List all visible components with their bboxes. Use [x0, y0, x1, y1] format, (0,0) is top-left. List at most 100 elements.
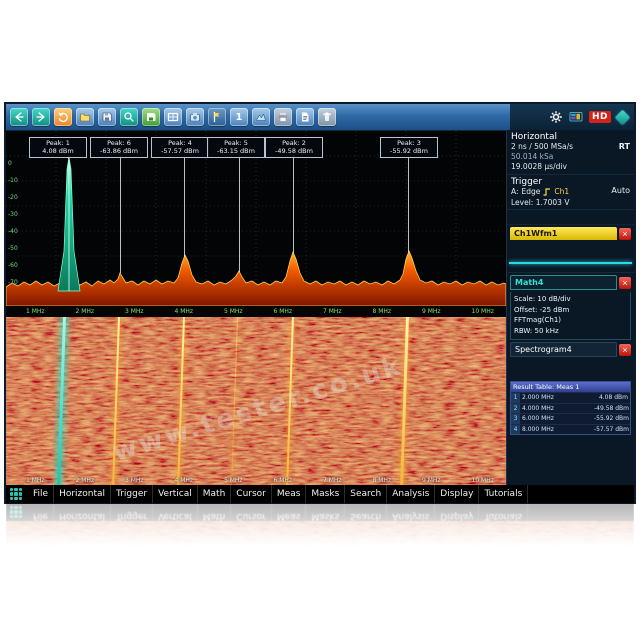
- rt-badge: RT: [619, 142, 630, 151]
- settings-button[interactable]: [549, 110, 563, 124]
- product-photo: 1 HD: [0, 0, 640, 640]
- open-file-button[interactable]: [76, 108, 94, 126]
- menu-item-tutorials[interactable]: Tutorials: [479, 485, 528, 503]
- math4-tab-row: Math4 ×: [507, 273, 634, 292]
- spectrum-display[interactable]: 0 -10 -20 -30 -40 -50 -60 -70 Peak: 14.0…: [6, 130, 506, 306]
- monitor-icon: [569, 111, 583, 123]
- menu-item-cursor[interactable]: Cursor: [231, 485, 272, 503]
- printer-icon: [277, 111, 289, 123]
- marker-number-label: 1: [236, 112, 243, 123]
- menu-item-masks[interactable]: Masks: [306, 485, 345, 503]
- close-spectrogram4-button[interactable]: ×: [619, 344, 631, 356]
- close-math4-button[interactable]: ×: [619, 277, 631, 289]
- close-icon: ×: [622, 278, 627, 288]
- spectrogram-frequency-axis: 1 MHz 2 MHz 3 MHz 4 MHz 5 MHz 6 MHz 7 MH…: [6, 477, 506, 484]
- freq-tick-label: 9 MHz: [422, 308, 441, 315]
- menu-item-vertical[interactable]: Vertical: [153, 485, 198, 503]
- signal-trace-line: [112, 317, 120, 485]
- math-offset-value: Offset: -25 dBm: [514, 305, 627, 316]
- math4-settings[interactable]: Scale: 10 dB/div Offset: -25 dBm FFTmag(…: [510, 292, 631, 340]
- grid-icon: [167, 111, 179, 123]
- freq-tick-label: 9 MHz: [422, 477, 441, 484]
- freq-tick-label: 7 MHz: [323, 477, 342, 484]
- table-row: 4 8.000 MHz -57.57 dBm: [511, 424, 630, 435]
- math-rbw-value: RBW: 50 kHz: [514, 326, 627, 337]
- freq-tick-label: 10 MHz: [472, 308, 494, 315]
- mask-icon: [255, 111, 267, 123]
- amplitude-scale-label: -10: [8, 178, 18, 184]
- screenshot-button[interactable]: [186, 108, 204, 126]
- spectrogram4-tab[interactable]: Spectrogram4: [510, 342, 617, 357]
- freq-tick-label: 1 MHz: [26, 308, 45, 315]
- peak-marker-line: [239, 155, 240, 272]
- menu-item-meas[interactable]: Meas: [272, 485, 307, 503]
- horizontal-settings-panel[interactable]: Horizontal RT 2 ns / 500 MSa/s 50.014 kS…: [507, 130, 634, 175]
- menu-item-horizontal[interactable]: Horizontal: [54, 485, 111, 503]
- ch1-waveform-line: [509, 262, 632, 264]
- document-icon: [299, 111, 311, 123]
- close-ch1-button[interactable]: ×: [619, 228, 631, 240]
- forward-button[interactable]: [32, 108, 50, 126]
- result-table[interactable]: Result Table: Meas 1 1 2.000 MHz 4.08 dB…: [510, 381, 631, 435]
- settings-sidebar: Horizontal RT 2 ns / 500 MSa/s 50.014 kS…: [506, 130, 634, 485]
- quick-save-button[interactable]: [142, 108, 160, 126]
- freq-tick-label: 10 MHz: [472, 477, 494, 484]
- freq-tick-label: 8 MHz: [373, 308, 392, 315]
- sidebar-spacer: [507, 210, 634, 225]
- save-button[interactable]: [98, 108, 116, 126]
- trigger-source-value: Ch1: [554, 187, 569, 198]
- reflection-menu-item: Tutorials: [479, 503, 528, 521]
- menu-item-trigger[interactable]: Trigger: [111, 485, 153, 503]
- oscilloscope-screen: 1 HD: [6, 104, 634, 502]
- menu-item-analysis[interactable]: Analysis: [387, 485, 435, 503]
- freq-tick-label: 6 MHz: [274, 477, 293, 484]
- trigger-mode-badge: Auto: [611, 186, 630, 195]
- back-button[interactable]: [10, 108, 28, 126]
- record-length-value: 50.014 kSa: [511, 152, 630, 162]
- spectrogram-display[interactable]: 1 MHz 2 MHz 3 MHz 4 MHz 5 MHz 6 MHz 7 MH…: [6, 317, 506, 485]
- spectrogram4-tab-row: Spectrogram4 ×: [507, 340, 634, 359]
- ch1-waveform-tab[interactable]: Ch1Wfm1: [510, 227, 617, 240]
- undo-button[interactable]: [54, 108, 72, 126]
- smartgrid-button[interactable]: [569, 111, 583, 123]
- numbered-marker-button[interactable]: 1: [230, 108, 248, 126]
- amplitude-scale-label: -70: [8, 280, 18, 286]
- menu-item-display[interactable]: Display: [435, 485, 479, 503]
- forward-arrow-icon: [35, 111, 47, 123]
- freq-tick-label: 5 MHz: [224, 308, 243, 315]
- math4-tab[interactable]: Math4: [510, 275, 617, 290]
- brand-logo: [615, 109, 631, 125]
- zoom-button[interactable]: [120, 108, 138, 126]
- amplitude-scale-label: 0: [8, 161, 12, 167]
- menu-item-search[interactable]: Search: [345, 485, 387, 503]
- peak-marker-line: [293, 155, 294, 253]
- toolbar-right: HD: [510, 104, 634, 130]
- mask-test-button[interactable]: [252, 108, 270, 126]
- marker-button[interactable]: [208, 108, 226, 126]
- peak-marker-label: Peak: 4-57.57 dBm: [151, 137, 209, 158]
- menu-item-file[interactable]: File: [28, 485, 54, 503]
- amplitude-scale-label: -30: [8, 212, 18, 218]
- amplitude-scale-label: -50: [8, 246, 18, 252]
- print-button[interactable]: [274, 108, 292, 126]
- spectrum-frequency-axis: 1 MHz 2 MHz 3 MHz 4 MHz 5 MHz 6 MHz 7 MH…: [6, 306, 506, 317]
- peak-marker-line: [184, 155, 185, 257]
- close-icon: ×: [622, 345, 627, 355]
- reflection-menu-item: Cursor: [231, 503, 272, 521]
- signal-trace-line: [177, 317, 185, 485]
- amplitude-scale-label: -60: [8, 263, 18, 269]
- apps-grid-icon[interactable]: [10, 488, 22, 500]
- edge-trigger-icon: [543, 188, 551, 196]
- trigger-settings-panel[interactable]: Trigger Auto A: Edge Ch1 Level: 1.7003 V: [507, 175, 634, 210]
- peak-marker-line: [408, 155, 409, 252]
- table-row: 3 6.000 MHz -55.92 dBm: [511, 413, 630, 424]
- menu-item-math[interactable]: Math: [198, 485, 232, 503]
- freq-tick-label: 6 MHz: [274, 308, 293, 315]
- display-grid-button[interactable]: [164, 108, 182, 126]
- freq-tick-label: 4 MHz: [175, 308, 194, 315]
- floppy-green-icon: [145, 111, 157, 123]
- peak-marker-label: Peak: 2-49.58 dBm: [265, 137, 323, 158]
- delete-button[interactable]: [318, 108, 336, 126]
- report-button[interactable]: [296, 108, 314, 126]
- sidebar-filler: [507, 437, 634, 485]
